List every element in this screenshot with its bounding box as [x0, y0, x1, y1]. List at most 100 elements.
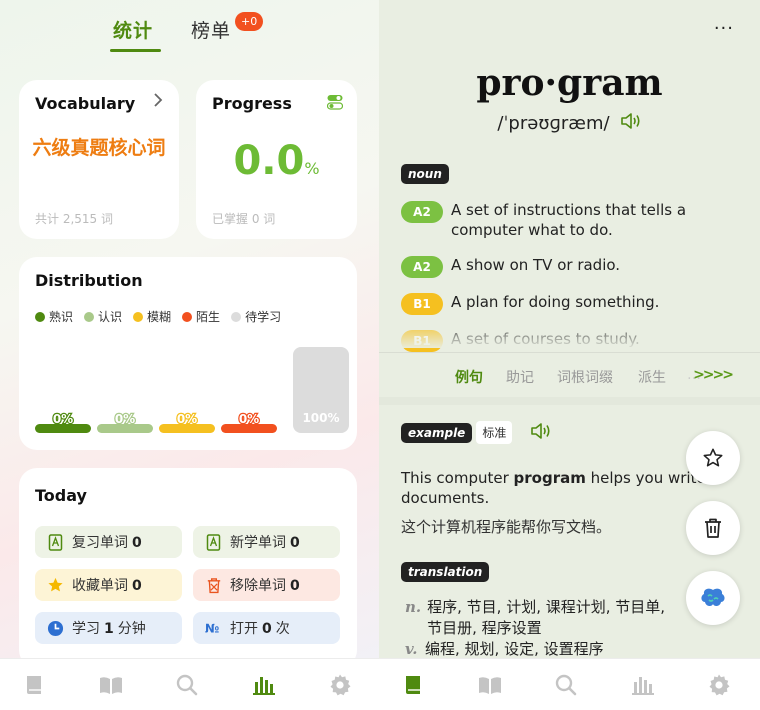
- legend-dot: [231, 311, 242, 322]
- today-stat-text: 学习: [72, 621, 100, 637]
- nav-gear-icon[interactable]: [707, 673, 733, 697]
- nav-book-icon[interactable]: [22, 673, 48, 697]
- today-stat-item[interactable]: 移除单词 0: [193, 569, 340, 601]
- bar-label-模糊: 0%: [177, 412, 197, 426]
- legend-item: 模糊: [133, 308, 171, 325]
- today-stat-item[interactable]: № 打开 0 次: [193, 612, 340, 644]
- trash-icon: [205, 577, 222, 594]
- more-options-button[interactable]: ···: [714, 18, 734, 39]
- today-stat-value: 0: [132, 535, 142, 551]
- legend-label: 陌生: [196, 310, 221, 324]
- nav-book-icon[interactable]: [401, 673, 427, 697]
- today-stat-text: 移除单词: [230, 578, 286, 594]
- legend-dot: [35, 311, 45, 322]
- brain-icon: [701, 588, 725, 607]
- nav-stats-icon[interactable]: [630, 673, 656, 697]
- nav-open-book-icon[interactable]: [98, 673, 124, 697]
- nav-stats-icon[interactable]: [251, 673, 277, 697]
- vocabulary-title: Vocabulary: [35, 94, 136, 113]
- subtab-roots[interactable]: 词根词缀: [557, 367, 613, 387]
- legend-dot: [84, 311, 95, 322]
- legend-label: 熟识: [49, 310, 74, 324]
- tab-ranking[interactable]: 榜单: [191, 16, 231, 43]
- today-title: Today: [35, 486, 87, 505]
- today-stat-label: 复习单词 0: [72, 532, 142, 552]
- svg-text:№: №: [205, 621, 219, 635]
- translation-text: 程序, 节目, 计划, 课程计划, 节目单, 节目册, 程序设置: [427, 598, 666, 637]
- book-icon: [47, 533, 64, 551]
- today-stat-item[interactable]: 新学单词 0: [193, 526, 340, 558]
- today-card: Today 复习单词 0 新学单词 0 收藏单词 0 移除单词 0 学习 1 分钟 № 打开 0 次: [19, 468, 357, 658]
- vocabulary-book-name: 六级真题核心词: [32, 137, 166, 159]
- sense-item: B1 A plan for doing something.: [401, 292, 701, 315]
- trash-icon: [705, 518, 721, 538]
- today-stat-value: 0: [262, 621, 272, 637]
- cefr-level-badge: B1: [401, 293, 443, 315]
- mastered-count: 已掌握 0 词: [212, 212, 276, 226]
- favorite-button[interactable]: [686, 431, 740, 485]
- legend-item: 待学习: [231, 308, 281, 325]
- translation-line: v. 编程, 规划, 设定, 设置程序: [405, 639, 675, 658]
- detail-subtabs: 例句 助记 词根词缀 派生 … >>>>: [379, 352, 760, 396]
- subtab-mnemonic[interactable]: 助记: [506, 367, 534, 387]
- nav-open-book-icon[interactable]: [477, 673, 503, 697]
- today-stat-item[interactable]: 学习 1 分钟: [35, 612, 182, 644]
- legend-item: 陌生: [182, 308, 220, 325]
- delete-button[interactable]: [686, 501, 740, 555]
- translation-tag: translation: [401, 562, 490, 582]
- progress-card: Progress 0.0% 已掌握 0 词: [196, 80, 357, 239]
- bar-label-待学习: 100%: [302, 411, 339, 425]
- progress-unit: %: [304, 159, 320, 178]
- example-label-row: example 标准: [401, 421, 552, 444]
- example-text-before: This computer: [401, 469, 514, 487]
- legend-dot: [182, 311, 193, 322]
- today-stat-label: 移除单词 0: [230, 575, 300, 595]
- nav-gear-icon[interactable]: [328, 673, 354, 697]
- word-detail-panel: ··· pro·gram /ˈprəʊɡræm/ noun A2 A set of…: [379, 0, 760, 658]
- part-of-speech: v.: [405, 640, 418, 658]
- sense-definition: A show on TV or radio.: [451, 256, 621, 274]
- example-speaker-icon[interactable]: [530, 422, 552, 444]
- speaker-icon[interactable]: [620, 112, 642, 134]
- today-stat-label: 学习 1 分钟: [72, 618, 146, 638]
- today-stat-text: 复习单词: [72, 535, 128, 551]
- tab-underline: [110, 49, 161, 52]
- example-chinese: 这个计算机程序能帮你写文档。: [401, 518, 612, 536]
- distribution-legend: 熟识 认识 模糊 陌生 待学习: [35, 308, 281, 325]
- tab-stats[interactable]: 统计: [113, 16, 153, 43]
- translation-line: n. 程序, 节目, 计划, 课程计划, 节目单, 节目册, 程序设置: [405, 597, 675, 639]
- number-icon: №: [205, 620, 222, 637]
- distribution-card: Distribution 熟识 认识 模糊 陌生 待学习 0% 0% 0% 0% 100%: [19, 257, 357, 450]
- ai-assistant-button[interactable]: [686, 571, 740, 625]
- translation-text: 编程, 规划, 设定, 设置程序: [425, 640, 604, 658]
- distribution-title: Distribution: [35, 271, 143, 290]
- section-divider: [379, 397, 760, 405]
- nav-search-icon[interactable]: [554, 673, 580, 697]
- subtab-derivatives[interactable]: 派生: [638, 367, 666, 387]
- star-outline-icon: [703, 448, 723, 467]
- example-highlight: program: [513, 469, 586, 487]
- cefr-level-badge: A2: [401, 201, 443, 223]
- bar-label-熟识: 0%: [53, 412, 73, 426]
- today-stat-item[interactable]: 复习单词 0: [35, 526, 182, 558]
- bar-label-认识: 0%: [115, 412, 135, 426]
- example-tag: example: [401, 422, 473, 443]
- nav-search-icon[interactable]: [175, 673, 201, 697]
- legend-label: 待学习: [245, 310, 282, 324]
- toggle-icon[interactable]: [326, 94, 344, 110]
- phonetic: /ˈprəʊɡræm/: [497, 112, 610, 134]
- clock-icon: [47, 620, 64, 637]
- subtab-examples[interactable]: 例句: [455, 367, 483, 387]
- translation-list: n. 程序, 节目, 计划, 课程计划, 节目单, 节目册, 程序设置 v. 编程, …: [405, 597, 675, 658]
- part-of-speech: n.: [405, 598, 422, 616]
- standard-tag: 标准: [476, 421, 513, 444]
- legend-label: 模糊: [147, 310, 172, 324]
- legend-label: 认识: [98, 310, 123, 324]
- sense-definition: A set of instructions that tells a compu…: [451, 201, 687, 239]
- chevron-right-icon: [153, 92, 163, 111]
- example-english: This computer program helps you write do…: [401, 468, 711, 508]
- vocabulary-card[interactable]: Vocabulary 六级真题核心词 共计 2,515 词: [19, 80, 179, 239]
- today-stat-item[interactable]: 收藏单词 0: [35, 569, 182, 601]
- legend-item: 认识: [84, 308, 122, 325]
- scroll-arrows-icon[interactable]: >>>>: [693, 367, 734, 383]
